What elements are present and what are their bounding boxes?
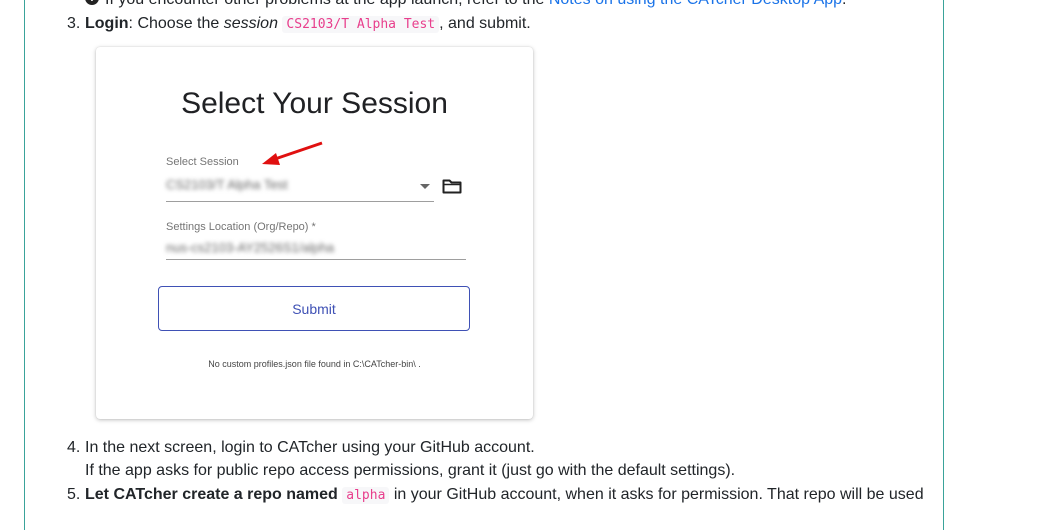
step-bold: Login <box>85 15 129 32</box>
settings-label: Settings Location (Org/Repo) * <box>166 221 316 233</box>
step-number: 5. <box>67 486 81 503</box>
step-bold: Let CATcher create a repo named <box>85 486 343 503</box>
step-text: If the app asks for public repo access p… <box>85 462 736 479</box>
step-text-part: in your GitHub account, when it asks for… <box>389 486 924 503</box>
settings-underline <box>166 259 466 260</box>
profiles-note: No custom profiles.json file found in C:… <box>208 359 421 369</box>
settings-input-value[interactable]: nus-cs2103-AY2526S1/alpha <box>166 240 334 255</box>
step-text-part: , and submit. <box>439 15 531 32</box>
info-suffix: . <box>842 0 846 8</box>
step-number: 4. <box>67 439 81 456</box>
step-italic: session <box>223 15 278 32</box>
step-text-part: : Choose the <box>128 15 224 32</box>
notes-link[interactable]: Notes on using the CATcher Desktop App <box>549 0 842 8</box>
session-card: Select Your Session Select Session CS210… <box>96 47 533 419</box>
card-title: Select Your Session <box>181 87 448 120</box>
session-select-value[interactable]: CS2103/T Alpha Test <box>166 177 288 192</box>
step-text: Login: Choose the session CS2103/T Alpha… <box>85 13 531 36</box>
step-text: Let CATcher create a repo named alpha in… <box>85 484 924 507</box>
step-text: In the next screen, login to CATcher usi… <box>85 439 535 456</box>
repo-code: alpha <box>342 487 390 504</box>
folder-icon[interactable] <box>442 178 462 194</box>
info-text: If you encounter other problems at the a… <box>105 0 549 8</box>
chevron-down-icon[interactable] <box>420 184 430 189</box>
red-arrow-icon <box>262 141 323 165</box>
session-underline <box>166 201 434 202</box>
session-label: Select Session <box>166 156 239 168</box>
submit-button[interactable]: Submit <box>158 286 470 331</box>
session-code: CS2103/T Alpha Test <box>282 16 440 33</box>
step-number: 3. <box>67 15 81 32</box>
info-line: If you encounter other problems at the a… <box>105 0 846 11</box>
